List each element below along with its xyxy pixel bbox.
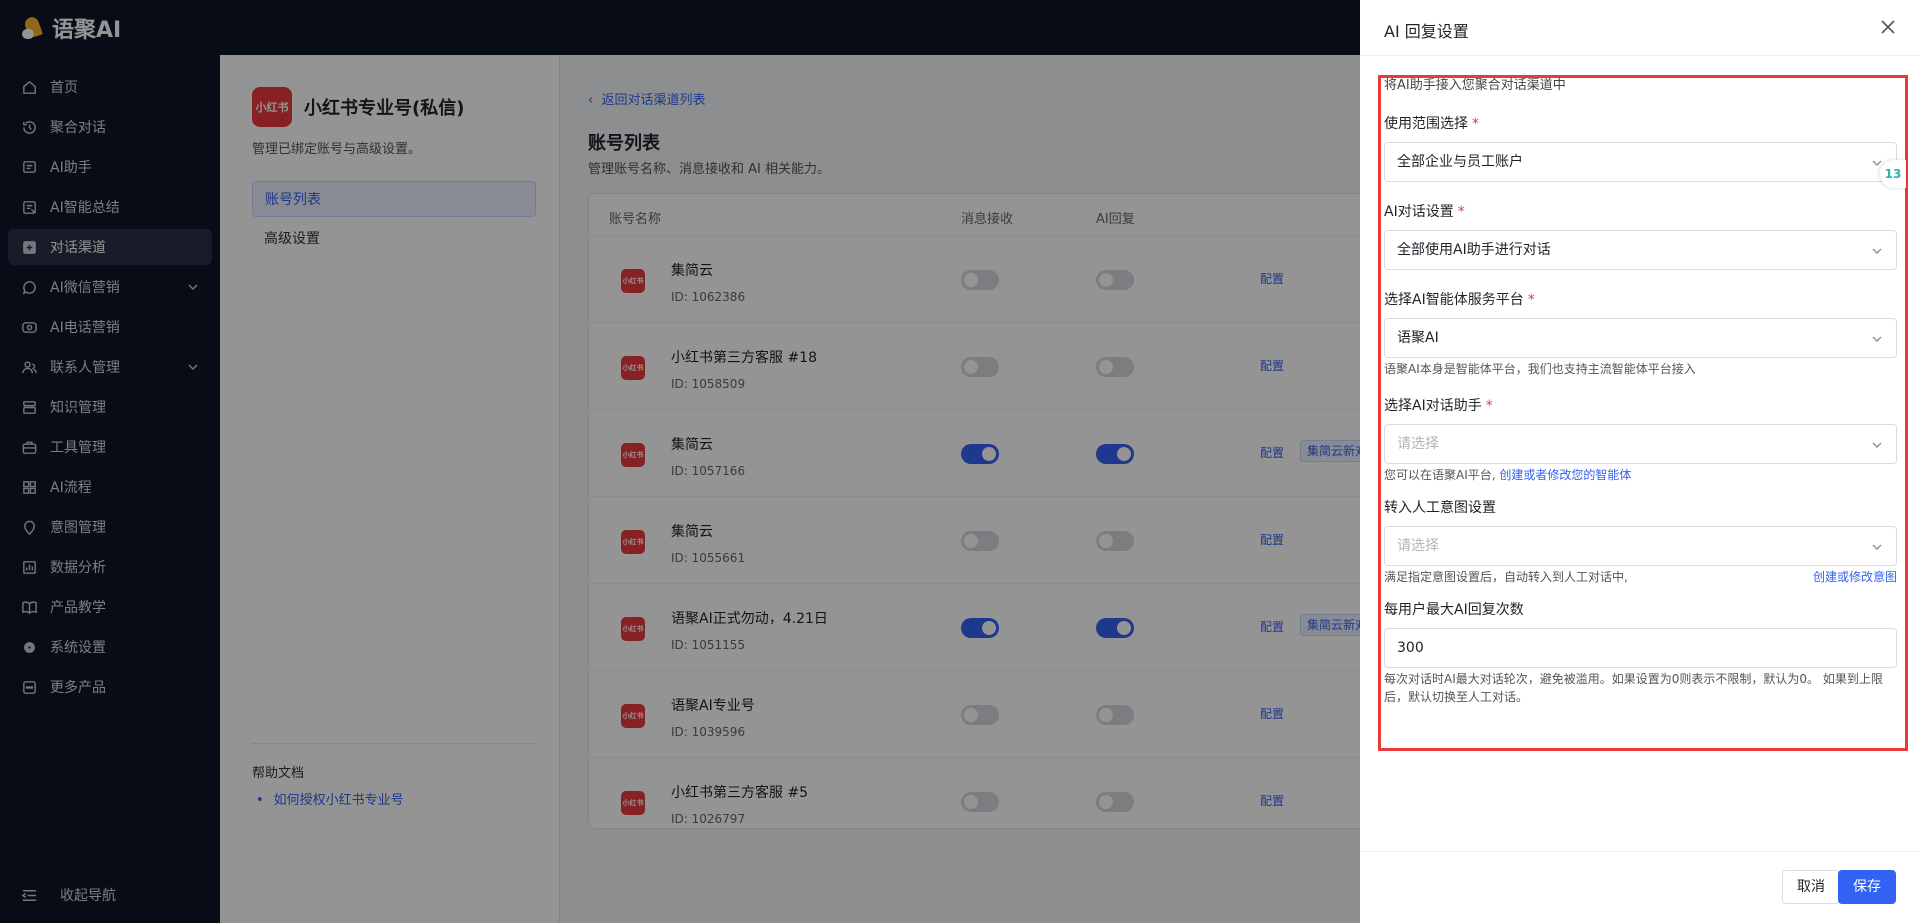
required-mark: * (1527, 292, 1535, 308)
platform-help: 语聚AI本身是智能体平台，我们也支持主流智能体平台接入 (1384, 362, 1696, 376)
required-mark: * (1472, 116, 1479, 132)
scope-label: 使用范围选择 * (1384, 114, 1892, 134)
save-button[interactable]: 保存 (1838, 870, 1896, 904)
max-reply-help: 每次对话时AI最大对话轮次，避免被滥用。如果设置为0则表示不限制，默认为0。 如… (1384, 672, 1883, 704)
handoff-label: 转入人工意图设置 (1384, 500, 1496, 516)
cancel-button[interactable]: 取消 (1782, 870, 1840, 904)
required-mark: * (1485, 398, 1493, 414)
assistant-label: 选择AI对话助手 * (1384, 396, 1892, 416)
scope-select[interactable]: 全部企业与员工账户 (1384, 142, 1897, 182)
assistant-help: 您可以在语聚AI平台, 创建或者修改您的智能体 (1384, 466, 1892, 484)
chevron-down-icon (1872, 544, 1882, 550)
scope-select-value: 全部企业与员工账户 (1397, 154, 1523, 170)
assistant-label-text: 选择AI对话助手 (1384, 398, 1482, 414)
platform-select-value: 语聚AI (1397, 330, 1439, 346)
chevron-down-icon (1872, 336, 1882, 342)
platform-label: 选择AI智能体服务平台 * (1384, 290, 1892, 310)
required-mark: * (1457, 204, 1465, 220)
handoff-help: 满足指定意图设置后，自动转入到人工对话中, 创建或修改意图 (1384, 568, 1897, 586)
handoff-select-placeholder: 请选择 (1397, 538, 1439, 554)
create-agent-link[interactable]: 创建或者修改您的智能体 (1499, 468, 1631, 482)
handoff-select[interactable]: 请选择 (1384, 526, 1897, 566)
assistant-select[interactable]: 请选择 (1384, 424, 1897, 464)
form-intro: 将AI助手接入您聚合对话渠道中 (1384, 78, 1566, 93)
chevron-down-icon (1872, 248, 1882, 254)
chevron-down-icon (1872, 442, 1882, 448)
floating-widget[interactable]: 13 (1880, 160, 1906, 188)
dialog-select-value: 全部使用AI助手进行对话 (1397, 242, 1551, 258)
settings-form: 将AI助手接入您聚合对话渠道中 使用范围选择 * 全部企业与员工账户 AI对话设置… (1384, 76, 1897, 706)
platform-select[interactable]: 语聚AI (1384, 318, 1897, 358)
dialog-select[interactable]: 全部使用AI助手进行对话 (1384, 230, 1897, 270)
drawer-title: AI 回复设置 (1384, 22, 1469, 41)
ai-reply-settings-drawer: AI 回复设置 将AI助手接入您聚合对话渠道中 使用范围选择 * 全部企业与员工账… (1360, 0, 1920, 923)
max-reply-label: 每用户最大AI回复次数 (1384, 602, 1524, 618)
dialog-label-text: AI对话设置 (1384, 204, 1454, 220)
drawer-footer: 取消 保存 (1360, 851, 1920, 923)
max-reply-input[interactable] (1384, 628, 1897, 668)
modal-overlay[interactable] (0, 0, 1360, 923)
close-icon[interactable] (1878, 17, 1898, 37)
drawer-header: AI 回复设置 (1360, 0, 1920, 56)
dialog-label: AI对话设置 * (1384, 202, 1892, 222)
handoff-help-text: 满足指定意图设置后，自动转入到人工对话中, (1384, 570, 1628, 584)
assistant-help-text: 您可以在语聚AI平台, (1384, 468, 1496, 482)
create-intent-link[interactable]: 创建或修改意图 (1813, 568, 1897, 586)
assistant-select-placeholder: 请选择 (1397, 436, 1439, 452)
platform-label-text: 选择AI智能体服务平台 (1384, 292, 1524, 308)
scope-label-text: 使用范围选择 (1384, 116, 1468, 132)
